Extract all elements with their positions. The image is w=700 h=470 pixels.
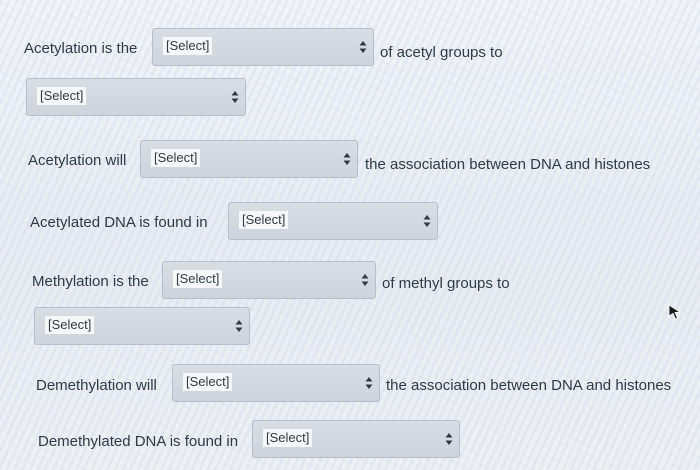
sort-arrows-icon [423,214,431,228]
question-5-dropdown[interactable]: [Select] [162,261,376,299]
question-3-suffix: the association between DNA and histones [365,156,651,173]
dropdown-value: [Select] [183,373,233,391]
question-1-prefix: Acetylation is the [24,40,138,57]
sort-arrows-icon [231,90,239,104]
dropdown-value: [Select] [173,270,223,288]
sort-arrows-icon [365,376,373,390]
question-7-prefix: Demethylation will [36,377,157,394]
question-7-suffix: the association between DNA and histones [386,377,672,394]
question-4-prefix: Acetylated DNA is found in [30,214,208,231]
question-5-prefix: Methylation is the [32,273,149,290]
question-1-dropdown[interactable]: [Select] [152,28,374,66]
sort-arrows-icon [343,152,351,166]
question-8-dropdown[interactable]: [Select] [252,420,460,458]
dropdown-value: [Select] [239,211,289,229]
dropdown-value: [Select] [263,429,313,447]
mouse-pointer-icon [668,304,682,325]
sort-arrows-icon [361,273,369,287]
question-5-suffix: of methyl groups to [382,275,510,292]
sort-arrows-icon [359,40,367,54]
question-7-dropdown[interactable]: [Select] [172,364,380,402]
dropdown-value: [Select] [45,316,95,334]
question-2-dropdown[interactable]: [Select] [26,78,246,116]
dropdown-value: [Select] [37,87,87,105]
sort-arrows-icon [235,319,243,333]
question-3-dropdown[interactable]: [Select] [140,140,358,178]
question-8-prefix: Demethylated DNA is found in [38,433,239,450]
sort-arrows-icon [445,432,453,446]
question-6-dropdown[interactable]: [Select] [34,307,250,345]
dropdown-value: [Select] [163,37,213,55]
question-4-dropdown[interactable]: [Select] [228,202,438,240]
question-1-suffix: of acetyl groups to [380,44,503,61]
dropdown-value: [Select] [151,149,201,167]
question-3-prefix: Acetylation will [28,152,127,169]
